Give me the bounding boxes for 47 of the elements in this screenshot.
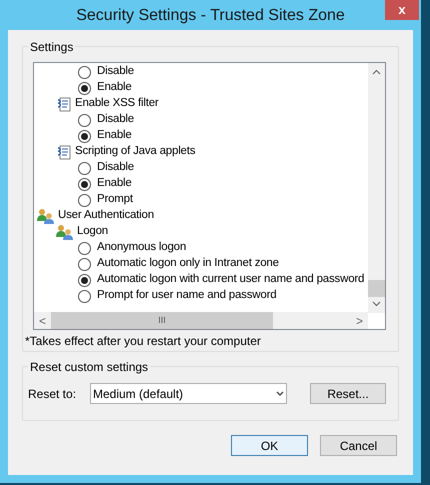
radio-button[interactable]	[78, 82, 91, 94]
radio-button[interactable]	[78, 114, 91, 126]
option-label[interactable]: Anonymous logon	[97, 239, 186, 257]
setting-name: Logon	[77, 224, 108, 240]
scroll-down-icon[interactable]	[372, 301, 381, 307]
radio-button[interactable]	[78, 274, 91, 286]
script-icon	[56, 96, 72, 112]
dialog-button[interactable]: OK	[231, 435, 308, 456]
option-label[interactable]: Enable	[97, 79, 132, 97]
setting-name: Enable XSS filter	[75, 96, 159, 112]
option-label[interactable]: Enable	[97, 175, 132, 193]
option-label[interactable]: Automatic logon with current user name and password	[97, 271, 364, 289]
radio-button[interactable]	[78, 194, 91, 206]
scroll-thumb[interactable]: III	[51, 312, 273, 329]
dialog-button[interactable]: Cancel	[320, 435, 397, 456]
restart-note: *Takes effect after you restart your computer	[25, 333, 262, 350]
close-button[interactable]: x	[385, 0, 419, 20]
window-title: Security Settings - Trusted Sites Zone	[76, 6, 345, 26]
vertical-scrollbar[interactable]	[368, 63, 385, 313]
option-label[interactable]: Disable	[97, 111, 134, 129]
radio-button[interactable]	[78, 258, 91, 270]
level-dropdown[interactable]: Medium (default)	[90, 383, 287, 404]
reset-to-label: Reset to:	[28, 386, 78, 402]
dropdown-caret-icon	[276, 391, 284, 396]
scroll-left-button[interactable]: <	[34, 312, 51, 330]
option-label[interactable]: Prompt for user name and password	[97, 287, 276, 305]
scroll-right-button[interactable]: >	[351, 312, 368, 330]
reset-button[interactable]: Reset...	[310, 383, 386, 404]
horizontal-scrollbar[interactable]: < III >	[34, 312, 368, 329]
option-label[interactable]: Automatic logon only in Intranet zone	[97, 255, 279, 273]
option-label[interactable]: Disable	[97, 159, 134, 177]
option-label[interactable]: Prompt	[97, 191, 133, 209]
scroll-up-icon[interactable]	[372, 69, 381, 75]
radio-button[interactable]	[78, 178, 91, 190]
option-label[interactable]: Enable	[97, 127, 132, 145]
setting-name: Scripting of Java applets	[75, 144, 196, 160]
radio-button[interactable]	[78, 130, 91, 142]
radio-button[interactable]	[78, 162, 91, 174]
option-label[interactable]: Disable	[97, 63, 134, 81]
script-icon	[56, 144, 72, 160]
setting-name: User Authentication	[58, 208, 154, 224]
radio-button[interactable]	[78, 290, 91, 302]
radio-button[interactable]	[78, 242, 91, 254]
users-icon	[56, 224, 74, 240]
scroll-thumb[interactable]	[368, 280, 385, 297]
users-icon	[37, 208, 55, 224]
radio-button[interactable]	[78, 66, 91, 78]
